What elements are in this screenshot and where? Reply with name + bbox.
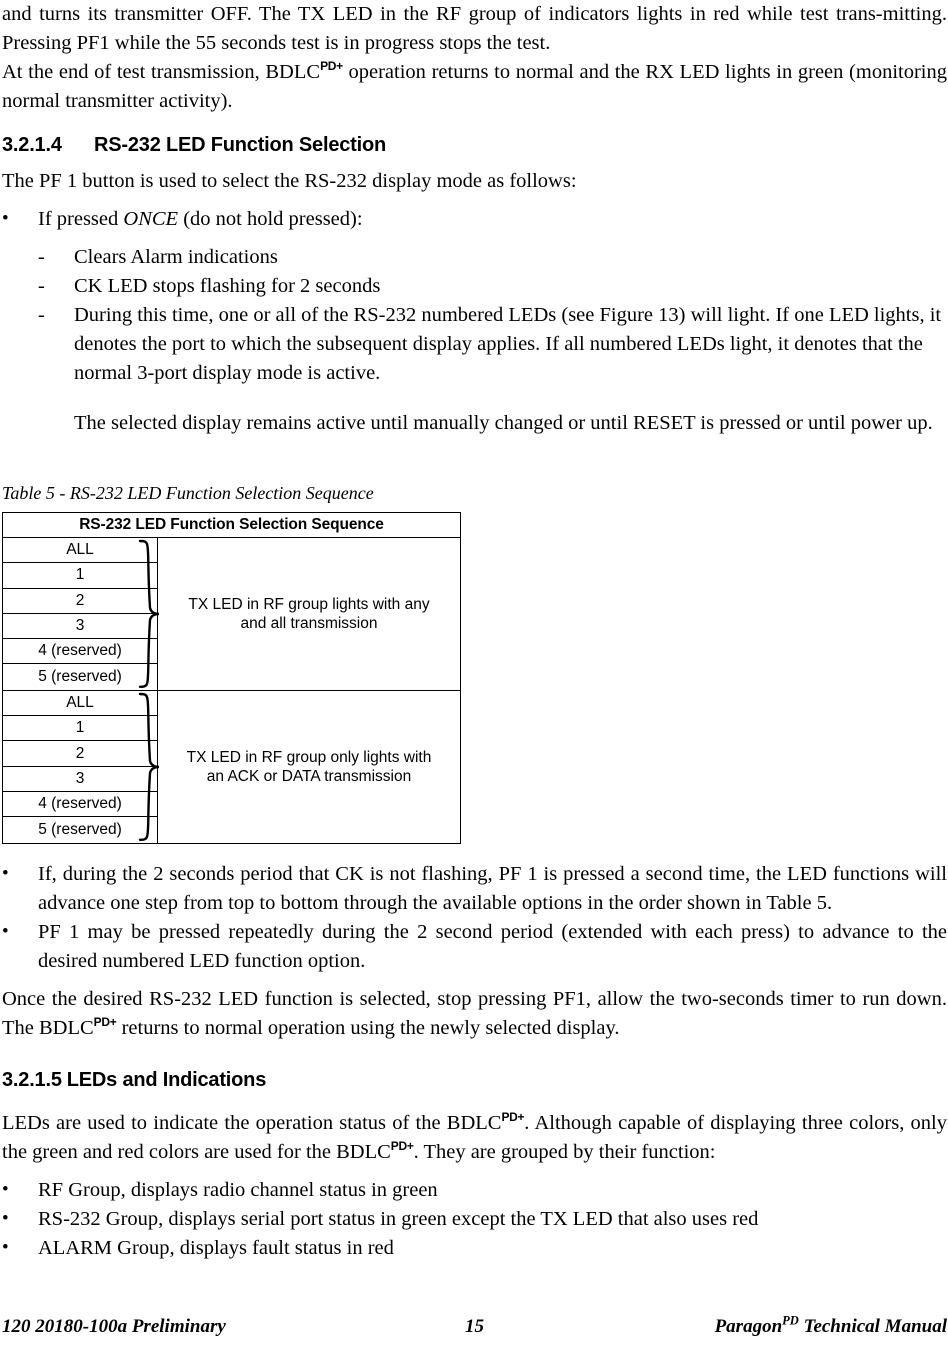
bullet-icon: • bbox=[2, 208, 9, 229]
table-5-block-1: ALL 1 2 3 4 (reserved) 5 (reserved) TX L… bbox=[3, 538, 460, 690]
description-line-2: an ACK or DATA transmission bbox=[206, 767, 412, 785]
list-item-during-this-time: - During this time, one or all of the RS… bbox=[38, 301, 947, 388]
table-5-block-1-description: TX LED in RF group lights with any and a… bbox=[158, 538, 460, 690]
table-5-block-2: ALL 1 2 3 4 (reserved) 5 (reserved) TX L… bbox=[3, 689, 460, 843]
dash-icon: - bbox=[38, 275, 45, 297]
list-item-label: If, during the 2 seconds period that CK … bbox=[38, 862, 947, 914]
table-row: 5 (reserved) bbox=[38, 668, 122, 686]
table-5-header: RS-232 LED Function Selection Sequence bbox=[3, 513, 460, 538]
bullet-list-led-groups: • RF Group, displays radio channel statu… bbox=[2, 1176, 947, 1263]
list-item-label: RF Group, displays radio channel status … bbox=[38, 1178, 438, 1201]
list-item-label: PF 1 may be pressed repeatedly during th… bbox=[38, 920, 947, 972]
sub-item-continuation-paragraph: The selected display remains active unti… bbox=[74, 411, 933, 434]
page-content: and turns its transmitter OFF. The TX LE… bbox=[2, 0, 947, 1263]
table-5-block-2-description: TX LED in RF group only lights with an A… bbox=[158, 691, 460, 843]
table-row: 5 (reserved) bbox=[38, 820, 122, 838]
list-item-text-emphasis: ONCE bbox=[123, 208, 179, 230]
section-3-2-1-5-paragraph: LEDs are used to indicate the operation … bbox=[2, 1109, 947, 1167]
list-item-text-pre: If pressed bbox=[38, 208, 124, 230]
table-row: 1 bbox=[3, 716, 157, 742]
bullet-list-after-table: • If, during the 2 seconds period that C… bbox=[2, 860, 947, 976]
list-item-rs232-group: • RS-232 Group, displays serial port sta… bbox=[2, 1205, 947, 1234]
intro-paragraph-2-pre: At the end of test transmission, BDLC bbox=[2, 61, 321, 83]
table-row: 4 (reserved) bbox=[3, 639, 157, 665]
table-row: 4 (reserved) bbox=[3, 792, 157, 818]
footer-page-number: 15 bbox=[465, 1316, 484, 1337]
list-item-text-post: (do not hold pressed): bbox=[178, 208, 363, 230]
heading-3-2-1-4-number: 3.2.1.4 bbox=[2, 134, 62, 156]
list-item-label: Clears Alarm indications bbox=[74, 246, 278, 268]
bullet-icon: • bbox=[2, 862, 9, 884]
heading-3-2-1-5-number: 3.2.1.5 bbox=[2, 1068, 62, 1091]
intro-paragraph-1-line1: and turns its transmitter OFF. The TX LE… bbox=[2, 3, 883, 25]
table-row: 3 bbox=[3, 614, 157, 640]
closing-paragraph-post: returns to normal operation using the ne… bbox=[116, 1016, 620, 1039]
paragraph-part-c: . They are grouped by their function: bbox=[413, 1140, 716, 1163]
heading-3-2-1-5: 3.2.1.5 LEDs and Indications bbox=[2, 1067, 947, 1093]
table-row: ALL bbox=[3, 691, 157, 717]
section-3-2-1-4-lead: The PF 1 button is used to select the RS… bbox=[2, 170, 577, 192]
dash-icon: - bbox=[38, 246, 45, 268]
dash-icon: - bbox=[38, 304, 45, 326]
closing-paragraph: Once the desired RS-232 LED function is … bbox=[2, 985, 947, 1043]
table-row: 2 bbox=[3, 589, 157, 614]
paragraph-part-a: LEDs are used to indicate the operation … bbox=[2, 1111, 502, 1134]
bdlc-superscript: PD+ bbox=[390, 1138, 414, 1153]
list-item-alarm-group: • ALARM Group, displays fault status in … bbox=[2, 1234, 947, 1263]
description-line-1: TX LED in RF group lights with any bbox=[188, 595, 430, 613]
page-footer: 120 20180-100a Preliminary 15 ParagonPD … bbox=[2, 1314, 947, 1338]
list-item-if-pressed-once: • If pressed ONCE (do not hold pressed): bbox=[2, 205, 947, 234]
list-item-rf-group: • RF Group, displays radio channel statu… bbox=[2, 1176, 947, 1205]
table-5-caption: Table 5 - RS-232 LED Function Selection … bbox=[2, 483, 374, 503]
list-item-second-press: • If, during the 2 seconds period that C… bbox=[2, 860, 947, 918]
description-line-1: TX LED in RF group only lights with bbox=[186, 748, 432, 766]
heading-3-2-1-5-title: LEDs and Indications bbox=[66, 1068, 267, 1091]
table-row: 3 bbox=[3, 767, 157, 792]
list-item-clears-alarm: - Clears Alarm indications bbox=[38, 243, 947, 272]
bdlc-superscript: PD+ bbox=[93, 1014, 117, 1029]
dash-list-sub-items: - Clears Alarm indications - CK LED stop… bbox=[2, 243, 947, 388]
bullet-icon: • bbox=[2, 920, 9, 942]
table-5-block-1-led-column: ALL 1 2 3 4 (reserved) 5 (reserved) bbox=[3, 538, 158, 690]
intro-paragraph-2: At the end of test transmission, BDLCPD+… bbox=[2, 58, 947, 116]
list-item-repeated-press: • PF 1 may be pressed repeatedly during … bbox=[2, 918, 947, 976]
bullet-icon: • bbox=[2, 1207, 9, 1229]
description-line-2: and all transmission bbox=[240, 614, 378, 632]
table-5: RS-232 LED Function Selection Sequence A… bbox=[2, 512, 461, 844]
heading-3-2-1-4: 3.2.1.4 RS-232 LED Function Selection bbox=[2, 132, 947, 158]
intro-paragraph-1: and turns its transmitter OFF. The TX LE… bbox=[2, 0, 947, 58]
table-row: 1 bbox=[3, 563, 157, 589]
table-5-block-2-led-column: ALL 1 2 3 4 (reserved) 5 (reserved) bbox=[3, 690, 158, 843]
heading-3-2-1-4-title: RS-232 LED Function Selection bbox=[94, 134, 387, 156]
bullet-list-once: • If pressed ONCE (do not hold pressed): bbox=[2, 205, 947, 234]
document-page: and turns its transmitter OFF. The TX LE… bbox=[0, 0, 948, 1353]
list-item-label: ALARM Group, displays fault status in re… bbox=[38, 1236, 394, 1259]
table-row: 2 bbox=[3, 741, 157, 767]
list-item-ck-led: - CK LED stops flashing for 2 seconds bbox=[38, 272, 947, 301]
list-item-label: RS-232 Group, displays serial port statu… bbox=[38, 1207, 759, 1230]
bullet-icon: • bbox=[2, 1236, 9, 1258]
bullet-icon: • bbox=[2, 1178, 9, 1200]
bdlc-superscript: PD+ bbox=[501, 1109, 525, 1124]
list-item-label: CK LED stops flashing for 2 seconds bbox=[74, 275, 381, 297]
bdlc-superscript: PD+ bbox=[320, 59, 343, 74]
list-item-label: During this time, one or all of the RS-2… bbox=[74, 304, 942, 384]
table-row: ALL bbox=[3, 538, 157, 564]
